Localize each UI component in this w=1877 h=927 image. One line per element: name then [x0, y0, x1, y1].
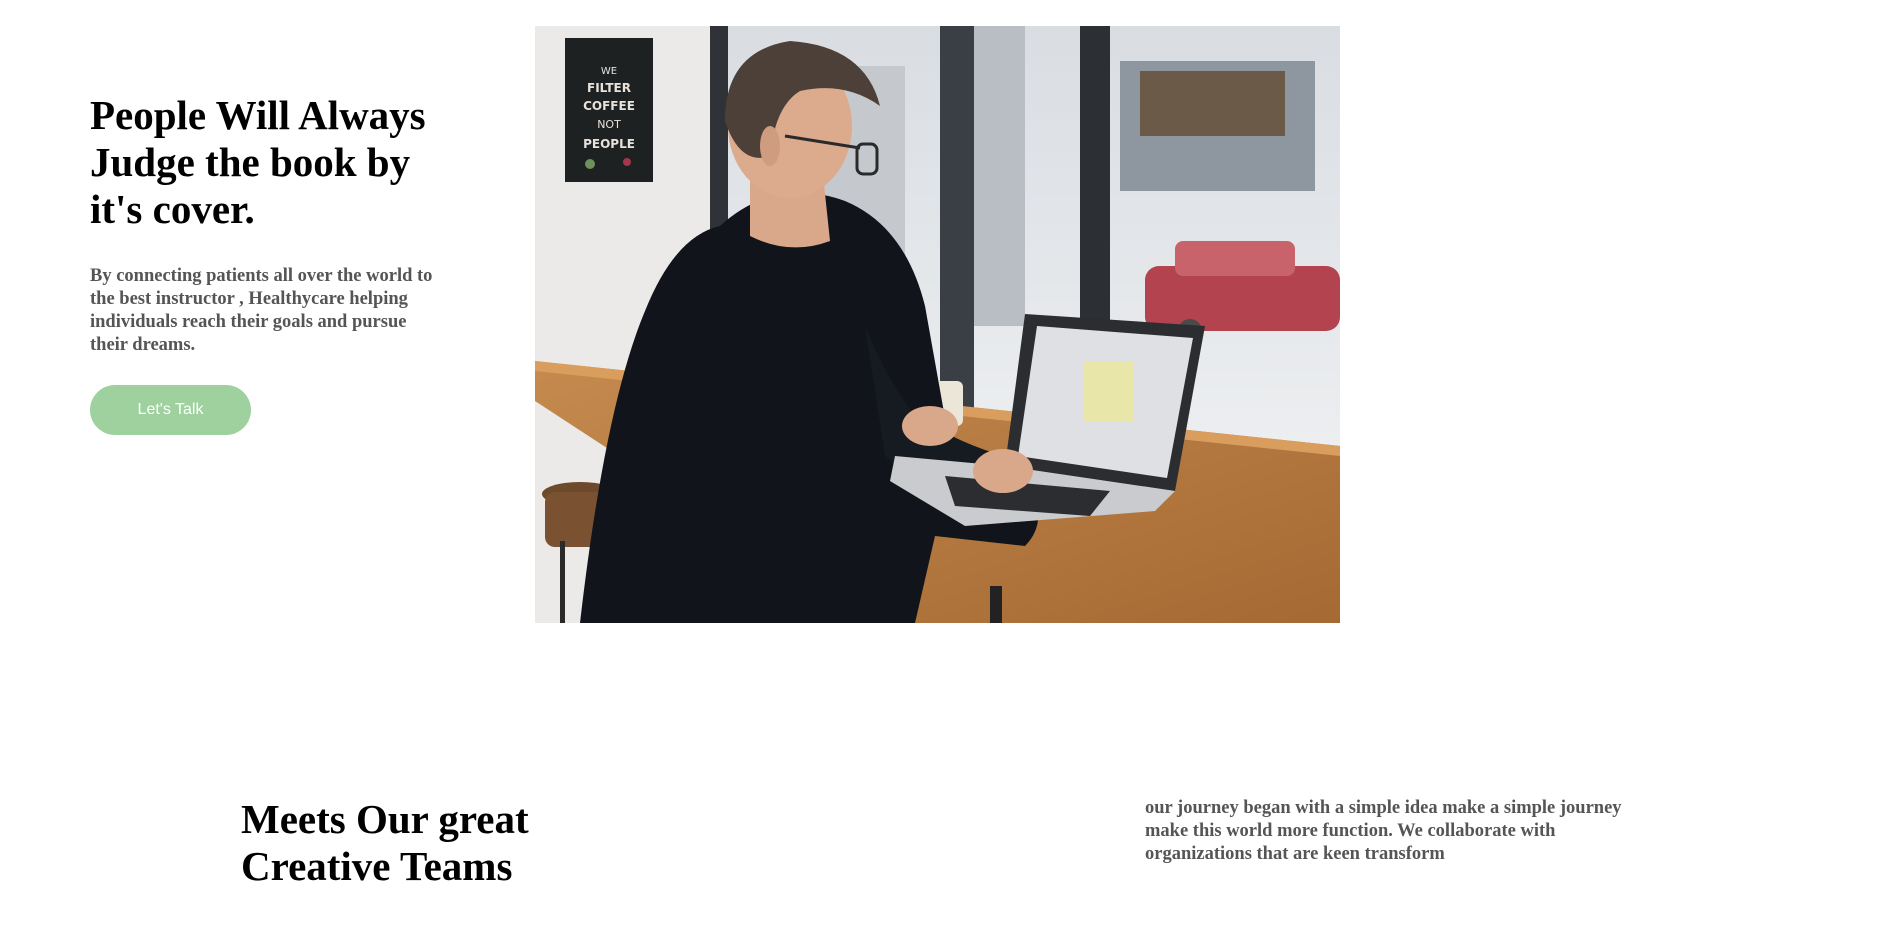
poster-line-3: COFFEE: [583, 99, 635, 113]
poster-line-1: WE: [601, 66, 617, 77]
poster-line-4: NOT: [597, 118, 621, 131]
poster-line-2: FILTER: [587, 81, 631, 95]
team-title: Meets Our great Creative Teams: [241, 796, 529, 889]
poster-line-5: PEOPLE: [583, 137, 635, 151]
lets-talk-button[interactable]: Let's Talk: [90, 385, 251, 435]
hero-photo: WE FILTER COFFEE NOT PEOPLE: [535, 26, 1340, 623]
team-description: our journey began with a simple idea mak…: [1145, 798, 1622, 864]
coffee-poster: WE FILTER COFFEE NOT PEOPLE: [565, 38, 653, 182]
man-with-laptop-illustration: WE FILTER COFFEE NOT PEOPLE: [535, 26, 1340, 623]
hero-description: By connecting patients all over the worl…: [90, 266, 433, 355]
hero-title: People Will Always Judge the book by it'…: [90, 92, 426, 232]
hero-text-block: People Will Always Judge the book by it'…: [90, 92, 450, 357]
